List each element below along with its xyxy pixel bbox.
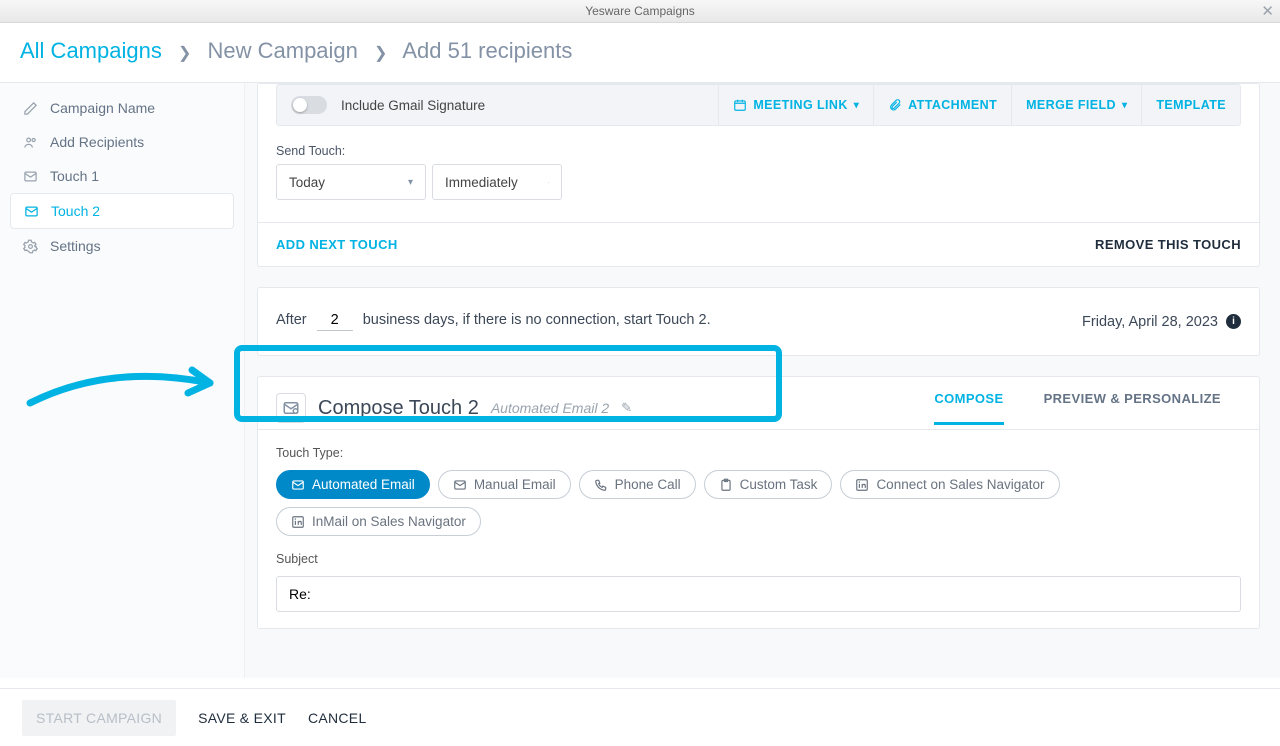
bottom-bar: START CAMPAIGN SAVE & EXIT CANCEL — [0, 688, 1280, 746]
touch-type-phone-call[interactable]: Phone Call — [579, 470, 696, 499]
send-day-select[interactable]: Today ▾ — [276, 164, 426, 200]
subject-input[interactable] — [276, 576, 1241, 612]
sidebar-item-label: Add Recipients — [50, 134, 144, 150]
window-title: Yesware Campaigns — [585, 4, 695, 18]
sidebar-item-touch-1[interactable]: Touch 1 — [10, 159, 234, 193]
sidebar-item-label: Touch 2 — [51, 203, 100, 219]
mail-icon — [453, 478, 467, 492]
meeting-link-button[interactable]: MEETING LINK ▾ — [718, 84, 873, 126]
editor-toolbar: Include Gmail Signature MEETING LINK ▾ A… — [276, 84, 1241, 126]
save-exit-button[interactable]: SAVE & EXIT — [198, 710, 286, 726]
start-campaign-button[interactable]: START CAMPAIGN — [22, 700, 176, 736]
mail-automated-icon — [276, 393, 306, 423]
send-touch-section: Send Touch: Today ▾ Immediately — [276, 126, 1241, 200]
sidebar-item-label: Touch 1 — [50, 168, 99, 184]
chevron-down-icon: ▾ — [1122, 100, 1127, 111]
pencil-icon — [22, 100, 38, 116]
attachment-button[interactable]: ATTACHMENT — [873, 84, 1011, 126]
sidebar-item-campaign-name[interactable]: Campaign Name — [10, 91, 234, 125]
send-time-select[interactable]: Immediately — [432, 164, 562, 200]
breadcrumb-root[interactable]: All Campaigns — [20, 38, 162, 63]
people-icon — [22, 134, 38, 150]
main-content: Include Gmail Signature MEETING LINK ▾ A… — [245, 83, 1280, 678]
edit-title-icon[interactable]: ✎ — [621, 400, 632, 416]
gmail-signature-label: Include Gmail Signature — [341, 98, 485, 113]
mail-icon — [23, 203, 39, 219]
touch1-card: Include Gmail Signature MEETING LINK ▾ A… — [257, 83, 1260, 267]
subject-label: Subject — [276, 552, 1241, 566]
delay-target-date: Friday, April 28, 2023 i — [1082, 314, 1241, 330]
template-button[interactable]: TEMPLATE — [1141, 84, 1240, 126]
touch-type-custom-task[interactable]: Custom Task — [704, 470, 833, 499]
touch2-title: Compose Touch 2 — [318, 397, 479, 420]
delay-days-input[interactable] — [317, 312, 353, 331]
info-icon[interactable]: i — [1226, 314, 1241, 329]
clipboard-icon — [719, 478, 733, 492]
delay-card: After business days, if there is no conn… — [257, 287, 1260, 356]
delay-text: After business days, if there is no conn… — [276, 312, 711, 331]
clock-icon — [548, 176, 549, 189]
cancel-button[interactable]: CANCEL — [308, 710, 367, 726]
sidebar-item-label: Settings — [50, 238, 101, 254]
chevron-down-icon: ▾ — [408, 177, 413, 188]
touch2-subtitle: Automated Email 2 — [491, 400, 609, 416]
mail-icon — [22, 168, 38, 184]
gear-icon — [22, 238, 38, 254]
touch2-card: Compose Touch 2 Automated Email 2 ✎ COMP… — [257, 376, 1260, 629]
merge-field-button[interactable]: MERGE FIELD ▾ — [1011, 84, 1141, 126]
tab-preview[interactable]: PREVIEW & PERSONALIZE — [1044, 391, 1221, 425]
add-next-touch-button[interactable]: ADD NEXT TOUCH — [276, 237, 398, 252]
breadcrumb-step2: Add 51 recipients — [402, 38, 572, 63]
sidebar-item-add-recipients[interactable]: Add Recipients — [10, 125, 234, 159]
window-titlebar: Yesware Campaigns ✕ — [0, 0, 1280, 23]
touch-type-inmail-sales-nav[interactable]: InMail on Sales Navigator — [276, 507, 481, 536]
linkedin-icon — [855, 478, 869, 492]
phone-icon — [594, 478, 608, 492]
mail-icon — [291, 478, 305, 492]
remove-touch-button[interactable]: REMOVE THIS TOUCH — [1095, 237, 1241, 252]
sidebar-item-label: Campaign Name — [50, 100, 155, 116]
chevron-down-icon: ▾ — [854, 100, 859, 111]
linkedin-icon — [291, 515, 305, 529]
tab-compose[interactable]: COMPOSE — [934, 391, 1003, 425]
touch-type-manual-email[interactable]: Manual Email — [438, 470, 571, 499]
sidebar: Campaign Name Add Recipients Touch 1 Tou… — [0, 83, 245, 678]
gmail-signature-toggle[interactable] — [291, 96, 327, 114]
chevron-right-icon: ❯ — [178, 45, 191, 62]
breadcrumb-step1: New Campaign — [208, 38, 358, 63]
breadcrumb: All Campaigns ❯ New Campaign ❯ Add 51 re… — [0, 23, 1280, 83]
touch-type-automated-email[interactable]: Automated Email — [276, 470, 430, 499]
send-touch-label: Send Touch: — [276, 144, 1241, 158]
sidebar-item-touch-2[interactable]: Touch 2 — [10, 193, 234, 229]
touch-type-connect-sales-nav[interactable]: Connect on Sales Navigator — [840, 470, 1059, 499]
chevron-right-icon: ❯ — [374, 45, 387, 62]
calendar-icon — [733, 98, 747, 112]
paperclip-icon — [888, 98, 902, 112]
touch-type-label: Touch Type: — [276, 446, 1241, 460]
close-icon[interactable]: ✕ — [1261, 2, 1274, 20]
sidebar-item-settings[interactable]: Settings — [10, 229, 234, 263]
